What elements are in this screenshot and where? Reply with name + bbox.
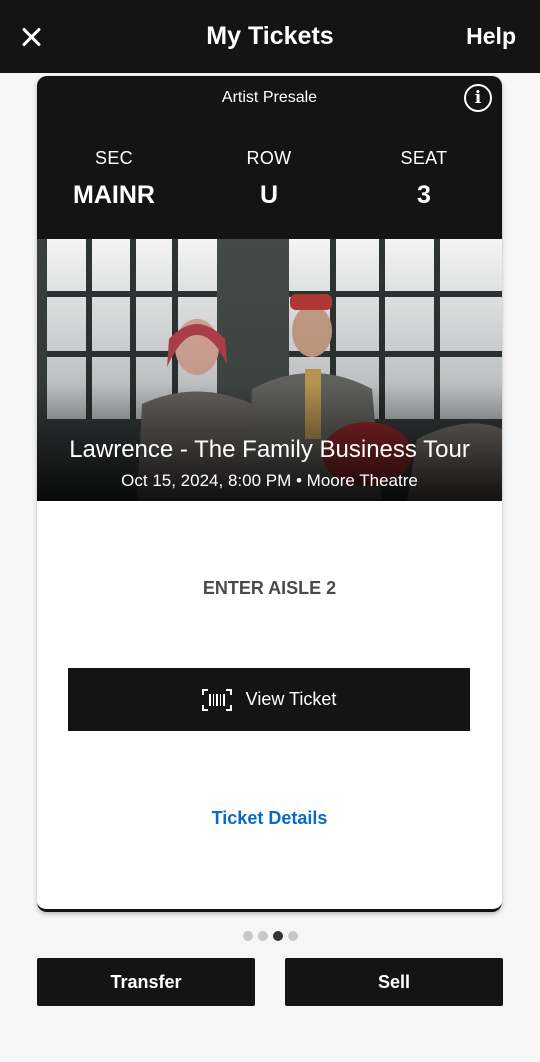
section-value: MAINR (73, 181, 155, 209)
section-column: SEC MAINR (49, 76, 179, 210)
row-label: ROW (246, 148, 292, 168)
event-date-venue: Oct 15, 2024, 8:00 PM • Moore Theatre (121, 471, 418, 490)
seat-column: SEAT 3 (359, 76, 489, 210)
ticket-pager (0, 931, 540, 941)
help-button[interactable]: Help (466, 23, 516, 50)
event-image: Lawrence - The Family Business Tour Oct … (37, 239, 502, 501)
pager-dot[interactable] (287, 931, 298, 941)
page-title: My Tickets (206, 22, 334, 50)
section-label: SEC (95, 148, 133, 168)
pager-dot[interactable] (242, 931, 253, 941)
row-value: U (259, 181, 279, 209)
pager-dot-active[interactable] (272, 931, 283, 941)
view-ticket-label: View Ticket (245, 689, 337, 709)
sell-button[interactable]: Sell (285, 958, 503, 1006)
transfer-button[interactable]: Transfer (37, 958, 255, 1006)
ticket-card: Artist Presale i SEC MAINR ROW U SEAT 3 (37, 76, 502, 912)
event-info: Lawrence - The Family Business Tour Oct … (37, 436, 502, 491)
event-title: Lawrence - The Family Business Tour (69, 436, 470, 463)
seat-value: 3 (417, 181, 431, 209)
ticket-details-link[interactable]: Ticket Details (37, 808, 502, 829)
row-column: ROW U (204, 76, 334, 210)
barcode-icon (201, 688, 232, 711)
top-bar: My Tickets Help (0, 0, 540, 73)
seat-label: SEAT (400, 148, 448, 168)
ticket-header: Artist Presale i SEC MAINR ROW U SEAT 3 (37, 76, 502, 239)
view-ticket-button[interactable]: View Ticket (68, 668, 470, 731)
close-icon[interactable] (18, 24, 44, 50)
pager-dot[interactable] (257, 931, 268, 941)
entrance-note: ENTER AISLE 2 (202, 578, 337, 598)
